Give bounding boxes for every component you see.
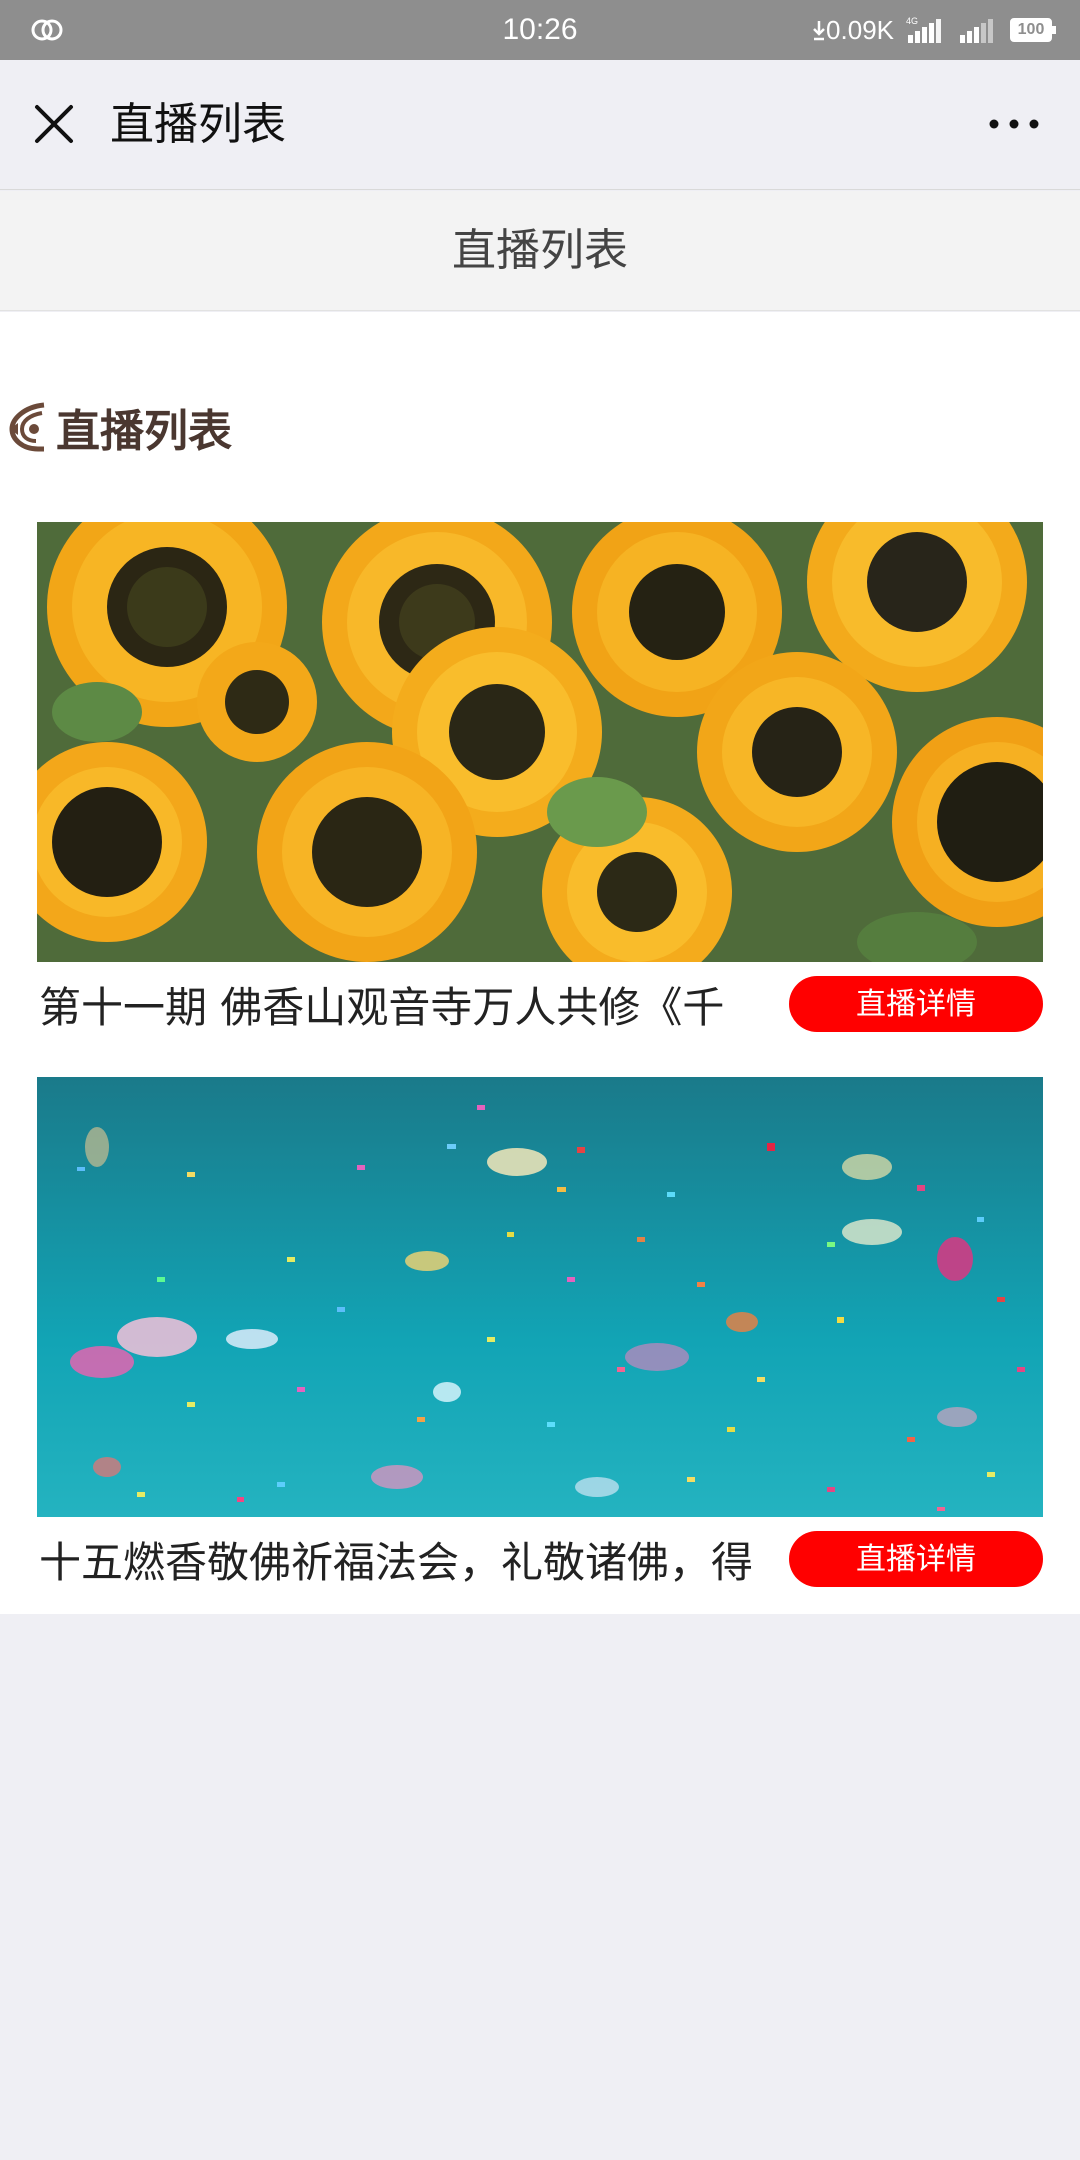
battery-icon: 100 (1010, 18, 1056, 42)
signal-4g-icon: 4G (906, 16, 941, 43)
live-item-footer: 十五燃香敬佛祈福法会，礼敬诸佛，得 直播详情 (37, 1521, 1043, 1613)
live-item[interactable]: 第十一期 佛香山观音寺万人共修《千 直播详情 (37, 522, 1043, 1058)
sunflower-image (37, 522, 1043, 962)
network-speed-value: 0.09K (826, 14, 894, 45)
live-cover-image[interactable] (37, 1077, 1043, 1517)
network-speed: 0.09K (812, 15, 894, 46)
nav-bar: 直播列表 (0, 60, 1080, 190)
live-list: 直播列表 第十一期 佛香山观音寺万人共修《千 直播详情 十五燃香敬佛祈福法会，礼… (0, 312, 1080, 1614)
section-header: 直播列表 (8, 392, 232, 462)
status-bar: 10:26 0.09K 4G 100 (0, 0, 1080, 60)
live-item[interactable]: 十五燃香敬佛祈福法会，礼敬诸佛，得 直播详情 (37, 1077, 1043, 1613)
live-cover-image[interactable] (37, 522, 1043, 962)
decorative-swirl-icon (9, 402, 45, 452)
nav-title: 直播列表 (110, 99, 286, 150)
svg-text:4G: 4G (906, 16, 918, 26)
live-detail-button[interactable]: 直播详情 (789, 976, 1043, 1032)
live-detail-button[interactable]: 直播详情 (789, 1531, 1043, 1587)
live-title[interactable]: 第十一期 佛香山观音寺万人共修《千 (39, 978, 799, 1038)
live-item-footer: 第十一期 佛香山观音寺万人共修《千 直播详情 (37, 966, 1043, 1058)
signal-icon (960, 19, 993, 43)
section-title: 直播列表 (56, 406, 232, 457)
page-title: 直播列表 (0, 191, 1080, 311)
close-icon[interactable] (34, 104, 74, 144)
live-title[interactable]: 十五燃香敬佛祈福法会，礼敬诸佛，得 (39, 1533, 799, 1593)
status-indicators: 0.09K 4G 100 (812, 0, 1056, 60)
more-icon[interactable] (988, 108, 1040, 140)
download-icon (813, 21, 825, 41)
confetti-image (37, 1077, 1043, 1517)
battery-level: 100 (1017, 21, 1045, 38)
